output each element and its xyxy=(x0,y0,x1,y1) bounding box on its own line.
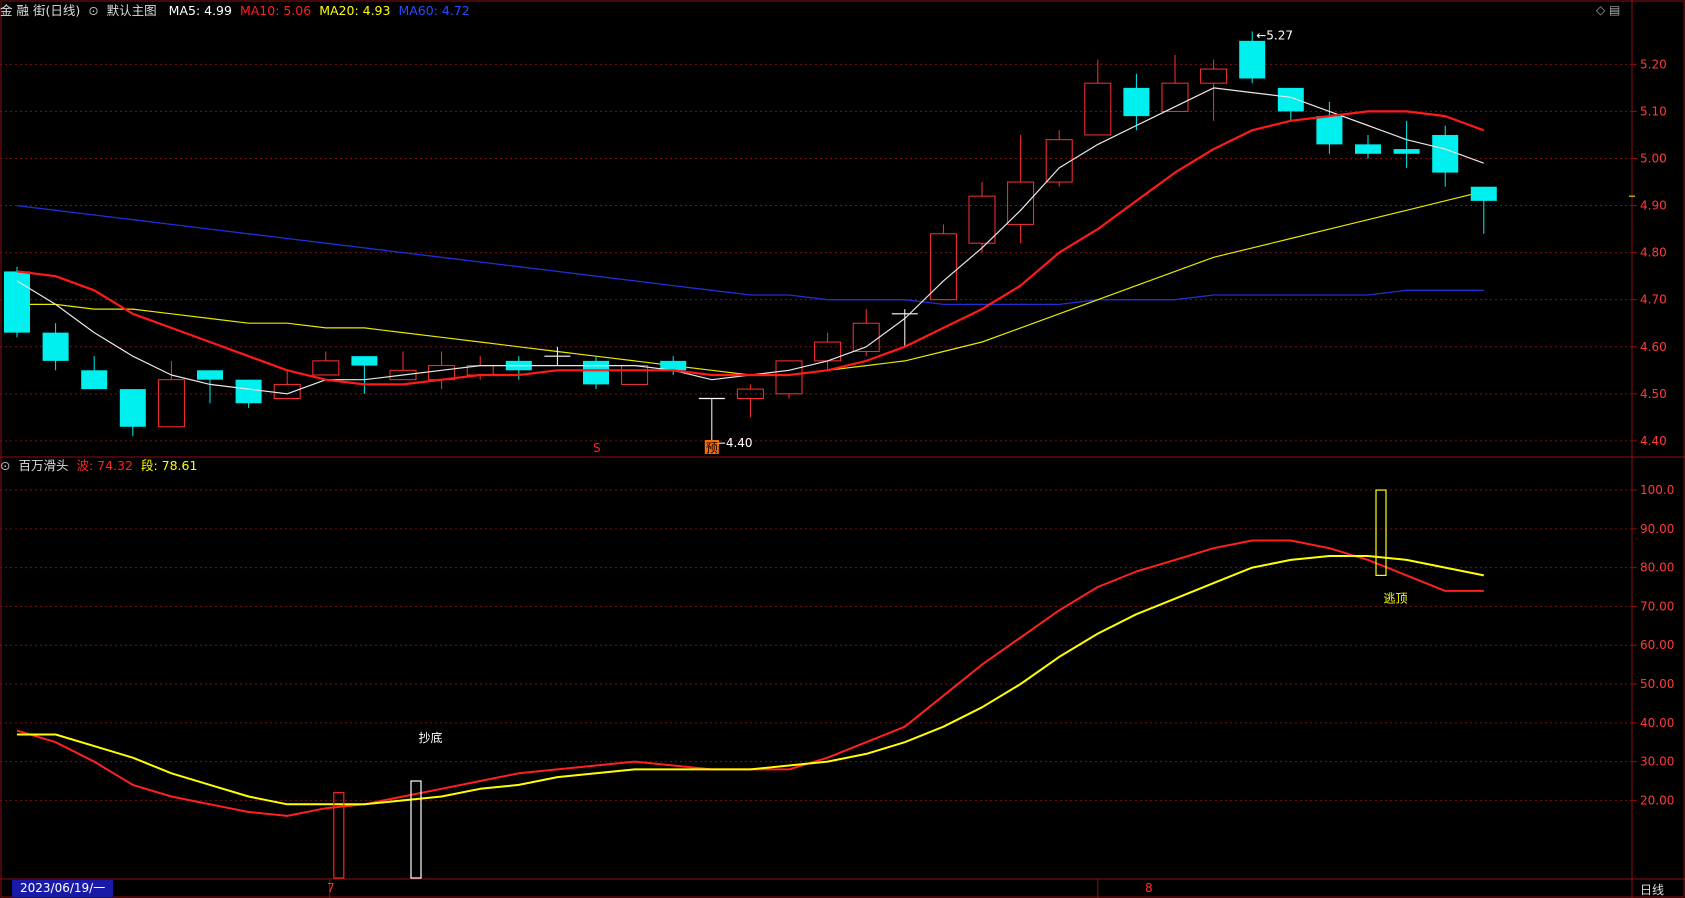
ma20-label: MA20: 4.93 xyxy=(319,3,391,18)
candle-body xyxy=(968,195,996,244)
candle-body xyxy=(197,370,223,380)
price-tick-label: 4.60 xyxy=(1640,340,1667,354)
candle-body xyxy=(1045,139,1073,183)
ma5-label: MA5: 4.99 xyxy=(168,3,232,18)
candle-body xyxy=(1200,68,1228,84)
candle-body xyxy=(42,332,69,361)
month-label-8: 8 xyxy=(1145,881,1153,895)
candle-body xyxy=(1007,181,1035,225)
indicator-tick-label: 20.00 xyxy=(1640,793,1674,807)
price-tick-label: 5.20 xyxy=(1640,57,1667,71)
candle-body xyxy=(1355,144,1381,154)
signal-marker: 预 xyxy=(706,441,718,455)
candle-body xyxy=(1470,186,1497,201)
extreme-price-annotation: ←4.40 xyxy=(716,436,753,450)
indicator-tick-label: 40.00 xyxy=(1640,716,1674,730)
signal-label: 逃顶 xyxy=(1383,592,1407,606)
candle-body xyxy=(119,389,146,427)
candle-body xyxy=(1277,87,1304,112)
collapse-icon[interactable]: ⊙ xyxy=(0,458,10,473)
wave-value: 波: 74.32 xyxy=(76,458,133,473)
indicator-tick-label: 70.00 xyxy=(1640,599,1674,613)
indicator-tick-label: 90.00 xyxy=(1640,522,1674,536)
candle-body xyxy=(1432,134,1459,173)
price-tick-label: 4.80 xyxy=(1640,246,1667,260)
ma5-line xyxy=(16,87,1485,395)
candle-body xyxy=(583,360,609,385)
indicator-tick-label: 100.0 xyxy=(1640,483,1674,497)
wave-line xyxy=(16,539,1484,817)
window-controls[interactable]: ◇ ▤ xyxy=(1596,3,1620,17)
chart-frame xyxy=(0,0,1685,898)
ma10-line xyxy=(16,110,1485,386)
signal-bar xyxy=(333,792,345,879)
month-label-7: 7 xyxy=(327,881,335,895)
price-tick-label: 4.50 xyxy=(1640,387,1667,401)
candle-body xyxy=(1316,116,1343,145)
extreme-price-annotation: ←5.27 xyxy=(1256,28,1293,42)
stock-chart[interactable]: 5.20 5.10 5.00 4.90 4.80 4.70 4.60 4.50 4.40 100.… xyxy=(0,0,1685,898)
symbol-label[interactable]: 金 融 街(日线) xyxy=(0,3,80,18)
ma60-label: MA60: 4.72 xyxy=(398,3,470,18)
ma10-label: MA10: 5.06 xyxy=(239,3,312,18)
segment-value: 段: 78.61 xyxy=(140,458,198,473)
segment-line xyxy=(17,555,1484,806)
indicator-name[interactable]: 百万滑头 xyxy=(18,458,68,473)
candle-body xyxy=(1393,149,1420,154)
ma60-line xyxy=(16,204,1484,306)
candle-body xyxy=(1084,82,1112,136)
candle-body xyxy=(235,379,262,404)
collapse-icon[interactable]: ⊙ xyxy=(88,3,98,18)
candle-body xyxy=(351,356,378,366)
candle-body xyxy=(81,370,108,390)
candle-body xyxy=(4,271,30,333)
candle-body xyxy=(312,360,340,376)
indicator-tick-label: 30.00 xyxy=(1640,755,1674,769)
date-cursor-label: 2023/06/19/一 xyxy=(12,880,114,897)
main-chart-label[interactable]: 默认主图 xyxy=(107,3,157,18)
main-chart-header: 金 融 街(日线) ⊙ 默认主图 MA5: 4.99 MA10: 5.06 MA… xyxy=(0,0,474,22)
price-tick-label: 4.90 xyxy=(1640,199,1667,213)
sub-chart-header: ⊙ 百万滑头 波: 74.32 段: 78.61 xyxy=(0,455,201,477)
signal-bar xyxy=(1375,489,1387,576)
ma20-line xyxy=(17,190,1484,376)
price-tick-label: 4.70 xyxy=(1640,293,1667,307)
candle-body xyxy=(1239,40,1266,79)
candle-body xyxy=(1123,87,1150,117)
candle-body xyxy=(621,365,649,385)
period-label[interactable]: 日线 xyxy=(1640,881,1664,898)
indicator-tick-label: 60.00 xyxy=(1640,638,1674,652)
price-tick-label: 4.40 xyxy=(1640,434,1667,448)
price-tick-label: 5.10 xyxy=(1640,104,1667,118)
signal-label: 抄底 xyxy=(418,730,442,745)
candle-body xyxy=(157,379,185,428)
price-tick-label: 5.00 xyxy=(1640,151,1667,165)
signal-marker: S xyxy=(593,441,601,455)
candle-body xyxy=(273,383,301,400)
indicator-tick-label: 80.00 xyxy=(1640,561,1674,575)
indicator-tick-label: 50.00 xyxy=(1640,677,1674,691)
candle-body xyxy=(775,360,803,395)
